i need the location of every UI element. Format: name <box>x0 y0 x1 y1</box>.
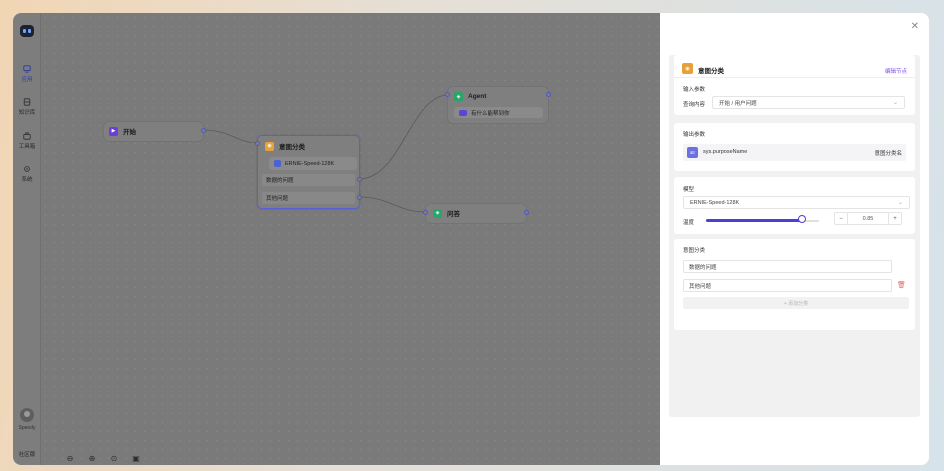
input-port[interactable] <box>445 92 450 97</box>
sidebar-item-app[interactable]: 应用 <box>13 65 41 83</box>
chevron-down-icon: ⌄ <box>897 200 903 206</box>
intents-card: 意图分类 数据的问题 其他问题 🗑 + 添加分类 <box>674 239 915 330</box>
temperature-slider-fill <box>706 219 802 222</box>
user-name: Speedy <box>18 425 36 431</box>
canvas-toolbar: ⊖ ⊕ ⊙ ▣ <box>63 451 143 465</box>
sidebar-item-label: 工具箱 <box>18 144 36 150</box>
output-section-title: 输出参数 <box>683 132 706 138</box>
sidebar-item-toolbox[interactable]: 工具箱 <box>13 132 41 150</box>
output-port[interactable] <box>524 210 529 215</box>
panel-header-card: ◉ 意图分类 编辑节点 输入参数 查询内容 开始 / 用户问题 ⌄ <box>674 55 915 115</box>
decrement-button[interactable]: − <box>835 213 848 224</box>
temperature-stepper[interactable]: − 0.85 + <box>834 212 902 225</box>
edge-start-classifier <box>202 129 260 144</box>
edge-classifier-agent <box>358 94 449 180</box>
sidebar-item-system[interactable]: 系统 <box>13 165 41 183</box>
input-section-title: 输入参数 <box>683 87 706 93</box>
model-card: 模型 ERNIE-Speed-128K ⌄ 温度 − 0.85 + <box>674 177 915 234</box>
panel-title: 意图分类 <box>698 68 724 75</box>
node-start-title: 开始 <box>123 129 136 136</box>
database-icon <box>23 98 31 106</box>
node-qa-title: 问答 <box>447 211 460 218</box>
sidebar-item-label: 应用 <box>21 77 33 83</box>
close-icon[interactable]: ✕ <box>911 21 919 32</box>
intent-input-value: 数据的问题 <box>689 264 717 271</box>
query-select[interactable]: 开始 / 用户问题 ⌄ <box>712 96 905 109</box>
input-port[interactable] <box>423 210 428 215</box>
delete-icon[interactable]: 🗑 <box>897 281 906 289</box>
node-qa[interactable]: ◈ 问答 <box>423 204 529 223</box>
output-port[interactable] <box>546 92 551 97</box>
query-select-value: 开始 / 用户问题 <box>719 100 757 107</box>
input-icon <box>459 109 467 116</box>
temperature-slider-thumb[interactable] <box>798 215 806 223</box>
avatar <box>20 408 34 422</box>
output-port[interactable] <box>201 128 206 133</box>
sidebar: 应用 知识库 工具箱 系统 Speedy 社区版 <box>13 13 41 465</box>
output-port[interactable] <box>357 177 362 182</box>
var-name: sys.purposeName <box>703 149 748 155</box>
edge-classifier-qa <box>358 196 427 213</box>
zoom-out-icon[interactable]: ⊖ <box>63 451 77 465</box>
node-agent[interactable]: ◈ Agent 有什么能帮到你 <box>445 87 551 123</box>
temperature-value[interactable]: 0.85 <box>848 213 888 224</box>
rename-link[interactable]: 编辑节点 <box>885 67 907 75</box>
workspace-label[interactable]: 社区版 <box>13 450 41 458</box>
class-row-label: 其他问题 <box>266 196 289 202</box>
intents-section-title: 意图分类 <box>683 248 706 254</box>
node-agent-title: Agent <box>468 93 487 100</box>
intent-input[interactable]: 其他问题 <box>683 279 892 292</box>
play-icon: ▶ <box>109 126 118 136</box>
input-chip: 有什么能帮到你 <box>454 107 543 118</box>
output-var-row: str sys.purposeName 意图分类名 <box>683 144 906 161</box>
increment-button[interactable]: + <box>888 213 901 224</box>
model-section-title: 模型 <box>683 187 695 193</box>
class-row-label: 数据的问题 <box>266 178 294 184</box>
output-card: 输出参数 str sys.purposeName 意图分类名 <box>674 123 915 171</box>
toolbox-icon <box>23 132 31 140</box>
node-config-panel: ✕ ◉ 意图分类 编辑节点 输入参数 查询内容 开始 / 用户问题 ⌄ 输出参数… <box>660 13 929 465</box>
workflow-canvas[interactable]: ▶ 开始 ◉ 意图分类 ERNIE-Speed-128K 数据的问题 其他问题 <box>41 13 660 465</box>
classify-icon: ◉ <box>682 63 693 74</box>
model-chip: ERNIE-Speed-128K <box>269 157 357 170</box>
model-chip-label: ERNIE-Speed-128K <box>285 160 335 167</box>
var-type-badge: str <box>687 147 698 158</box>
fit-view-icon[interactable]: ⊙ <box>107 451 121 465</box>
agent-icon: ◈ <box>454 92 463 101</box>
classify-icon: ◉ <box>265 141 274 151</box>
edges-layer <box>202 94 449 213</box>
model-select-value: ERNIE-Speed-128K <box>690 199 740 206</box>
input-chip-label: 有什么能帮到你 <box>471 110 510 117</box>
chevron-down-icon: ⌄ <box>892 100 898 106</box>
model-select[interactable]: ERNIE-Speed-128K ⌄ <box>683 196 910 209</box>
model-icon <box>274 160 281 167</box>
node-classifier[interactable]: ◉ 意图分类 ERNIE-Speed-128K 数据的问题 其他问题 <box>255 135 362 209</box>
sidebar-item-label: 系统 <box>21 177 33 183</box>
temperature-label: 温度 <box>683 220 695 226</box>
intent-input[interactable]: 数据的问题 <box>683 260 892 273</box>
input-port[interactable] <box>255 141 260 146</box>
qa-icon: ◈ <box>433 208 442 218</box>
query-label: 查询内容 <box>683 102 706 108</box>
sidebar-item-knowledge[interactable]: 知识库 <box>13 98 41 116</box>
lock-icon[interactable]: ▣ <box>129 451 143 465</box>
user-menu[interactable]: Speedy <box>13 408 41 431</box>
gear-icon <box>24 166 30 172</box>
intent-input-value: 其他问题 <box>689 283 712 290</box>
class-row: 其他问题 <box>262 192 355 204</box>
add-intent-button[interactable]: + 添加分类 <box>683 297 909 309</box>
panel-body: ◉ 意图分类 编辑节点 输入参数 查询内容 开始 / 用户问题 ⌄ 输出参数 s… <box>669 55 920 417</box>
class-row: 数据的问题 <box>262 174 355 186</box>
node-start[interactable]: ▶ 开始 <box>104 122 206 141</box>
app-window: 应用 知识库 工具箱 系统 Speedy 社区版 ▶ 开始 ◉ 意图分类 ERN… <box>13 13 929 465</box>
node-classifier-title: 意图分类 <box>279 144 305 151</box>
output-port[interactable] <box>357 195 362 200</box>
logo-icon[interactable] <box>20 25 34 37</box>
var-desc: 意图分类名 <box>874 151 902 157</box>
zoom-in-icon[interactable]: ⊕ <box>85 451 99 465</box>
app-icon <box>23 65 31 73</box>
sidebar-item-label: 知识库 <box>18 110 36 116</box>
